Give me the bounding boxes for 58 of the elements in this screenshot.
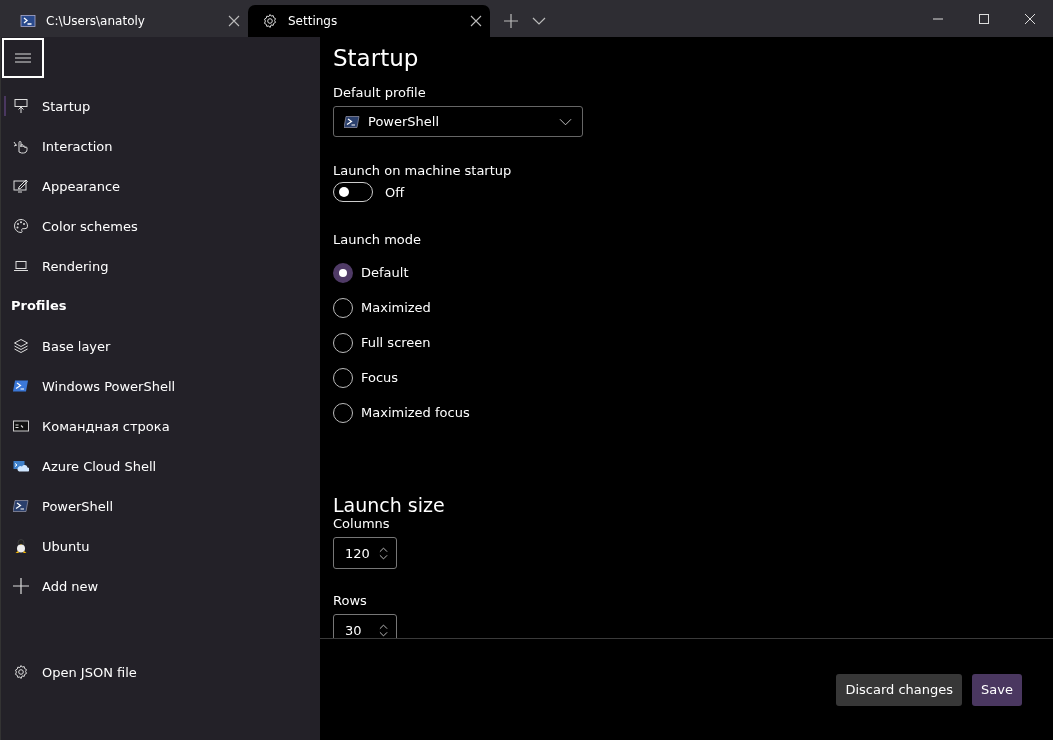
radio-option[interactable]: Maximized	[333, 290, 1053, 325]
nav-item[interactable]: Rendering	[1, 246, 320, 286]
gear-icon	[13, 664, 29, 680]
tab[interactable]: Settings	[248, 5, 490, 37]
radio-option[interactable]: Default	[333, 255, 1053, 290]
nav-item[interactable]: Base layer	[1, 326, 320, 366]
pen-screen-icon	[13, 178, 29, 194]
laptop-icon	[13, 258, 29, 274]
spinner-icon	[379, 546, 388, 560]
terminal-prompt-icon	[344, 113, 360, 130]
gear-icon	[262, 13, 278, 29]
nav-item[interactable]: Azure Cloud Shell	[1, 446, 320, 486]
number-field[interactable]: 120	[333, 537, 397, 569]
nav-item[interactable]: Startup	[1, 86, 320, 126]
terminal-prompt-icon	[20, 13, 36, 29]
terminal-prompt-icon	[13, 498, 29, 514]
tab[interactable]: C:\Users\anatoly	[6, 5, 248, 37]
page-title: Startup	[333, 45, 420, 73]
toggle-state: Off	[385, 184, 405, 200]
profile-dropdown[interactable]: PowerShell	[333, 106, 583, 137]
menu-button[interactable]	[2, 38, 44, 78]
nav-item[interactable]: Open JSON file	[1, 652, 320, 692]
field-label: Launch mode	[333, 232, 423, 247]
section-header: Profiles	[10, 297, 68, 315]
field-label: Default profile	[333, 85, 427, 100]
plus-icon[interactable]	[504, 14, 518, 28]
monitor-arrow-icon	[13, 98, 29, 114]
menu-icon	[15, 52, 31, 64]
field-label: Columns	[333, 516, 391, 531]
field-label: Launch on machine startup	[333, 163, 513, 178]
nav-item[interactable]: Командная строка	[1, 406, 320, 446]
nav-item[interactable]: Appearance	[1, 166, 320, 206]
plus-icon	[13, 578, 29, 594]
spinner-icon	[379, 623, 388, 637]
penguin-icon	[13, 538, 29, 554]
number-field[interactable]: 30	[333, 614, 397, 638]
nav-item[interactable]: PowerShell	[1, 486, 320, 526]
chevron-down-icon	[559, 117, 572, 126]
palette-icon	[13, 218, 29, 234]
radio-option[interactable]: Maximized focus	[333, 395, 1053, 430]
field-label: Rows	[333, 593, 368, 608]
nav-item[interactable]: Ubuntu	[1, 526, 320, 566]
nav-item[interactable]: Interaction	[1, 126, 320, 166]
nav-item[interactable]: Windows PowerShell	[1, 366, 320, 406]
save-button[interactable]: Save	[972, 673, 1022, 706]
console-window-icon	[13, 418, 29, 434]
nav-item[interactable]: Add new	[1, 566, 320, 606]
pointer-hand-icon	[13, 138, 29, 154]
discard-button[interactable]: Discard changes	[836, 673, 963, 706]
cloud-terminal-icon	[13, 458, 29, 474]
section-title: Launch size	[333, 494, 446, 516]
layers-icon	[13, 338, 29, 354]
nav-item[interactable]: Color schemes	[1, 206, 320, 246]
radio-option[interactable]: Full screen	[333, 325, 1053, 360]
terminal-prompt-icon	[13, 378, 29, 394]
close-icon[interactable]	[470, 15, 482, 27]
radio-option[interactable]: Focus	[333, 360, 1053, 395]
close-icon[interactable]	[228, 15, 240, 27]
